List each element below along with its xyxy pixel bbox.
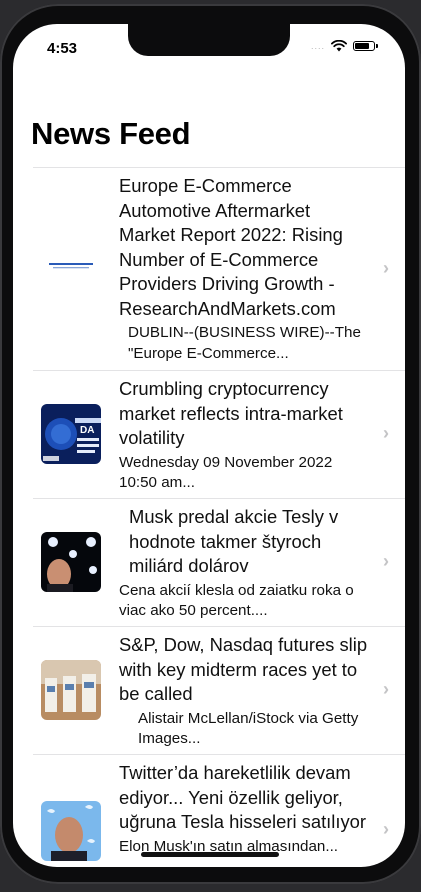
voting-booths-photo [41,660,101,720]
article-snippet: Cena akcií klesla od zaiatku roka o viac… [119,581,354,620]
article-thumbnail [41,532,101,592]
home-indicator[interactable] [141,852,279,857]
chevron-right-icon: › [383,423,389,443]
svg-text:DA: DA [80,425,94,436]
article-headline: Europe E-Commerce Automotive Aftermarket… [119,175,343,319]
crypto-graphic: DA [41,404,101,464]
article-text: Europe E-Commerce Automotive Aftermarket… [119,174,369,364]
list-item[interactable]: Musk predal akcie Tesly v hodnote takmer… [33,499,405,627]
article-headline: Crumbling cryptocurrency market reflects… [119,378,343,448]
list-item[interactable]: S&P, Dow, Nasdaq futures slip with key m… [33,627,405,755]
article-text: Twitter’da hareketlilik devam ediyor... … [119,761,369,857]
app-screen: 4:53 .... News Feed Europe E-Commerce Au… [13,24,405,867]
list-item[interactable]: Twitter’da hareketlilik devam ediyor... … [33,755,405,867]
article-thumbnail [41,801,101,861]
list-item[interactable]: DA Crumbling cryptocurrency market refle… [33,371,405,499]
article-thumbnail [41,660,101,720]
signal-icon: .... [310,41,325,51]
article-headline: S&P, Dow, Nasdaq futures slip with key m… [119,634,368,704]
chevron-right-icon: › [383,679,389,699]
musk-photo [41,532,101,592]
article-thumbnail: DA [41,404,101,464]
battery-icon [353,41,378,51]
article-snippet: Alistair McLellan/iStock via Getty Image… [138,709,359,748]
chevron-right-icon: › [383,551,389,571]
list-item[interactable]: Europe E-Commerce Automotive Aftermarket… [33,168,405,371]
article-thumbnail [41,236,101,296]
research-and-markets-logo [49,263,93,269]
article-text: Crumbling cryptocurrency market reflects… [119,377,369,494]
status-indicators: .... [310,39,378,53]
article-snippet: DUBLIN--(BUSINESS WIRE)--The "Europe E-C… [128,324,361,362]
status-time: 4:53 [47,40,78,57]
musk-twitter-photo [41,801,101,861]
article-snippet: Wednesday 09 November 2022 10:50 am... [119,453,333,492]
article-headline: Twitter’da hareketlilik devam ediyor... … [119,762,367,832]
article-text: S&P, Dow, Nasdaq futures slip with key m… [119,633,369,750]
article-text: Musk predal akcie Tesly v hodnote takmer… [119,505,369,622]
wifi-icon [331,40,347,52]
article-headline: Musk predal akcie Tesly v hodnote takmer… [129,506,339,576]
chevron-right-icon: › [383,258,389,278]
news-list[interactable]: Europe E-Commerce Automotive Aftermarket… [13,168,405,867]
page-title: News Feed [31,116,191,151]
chevron-right-icon: › [383,819,389,839]
camera-notch [128,24,290,56]
